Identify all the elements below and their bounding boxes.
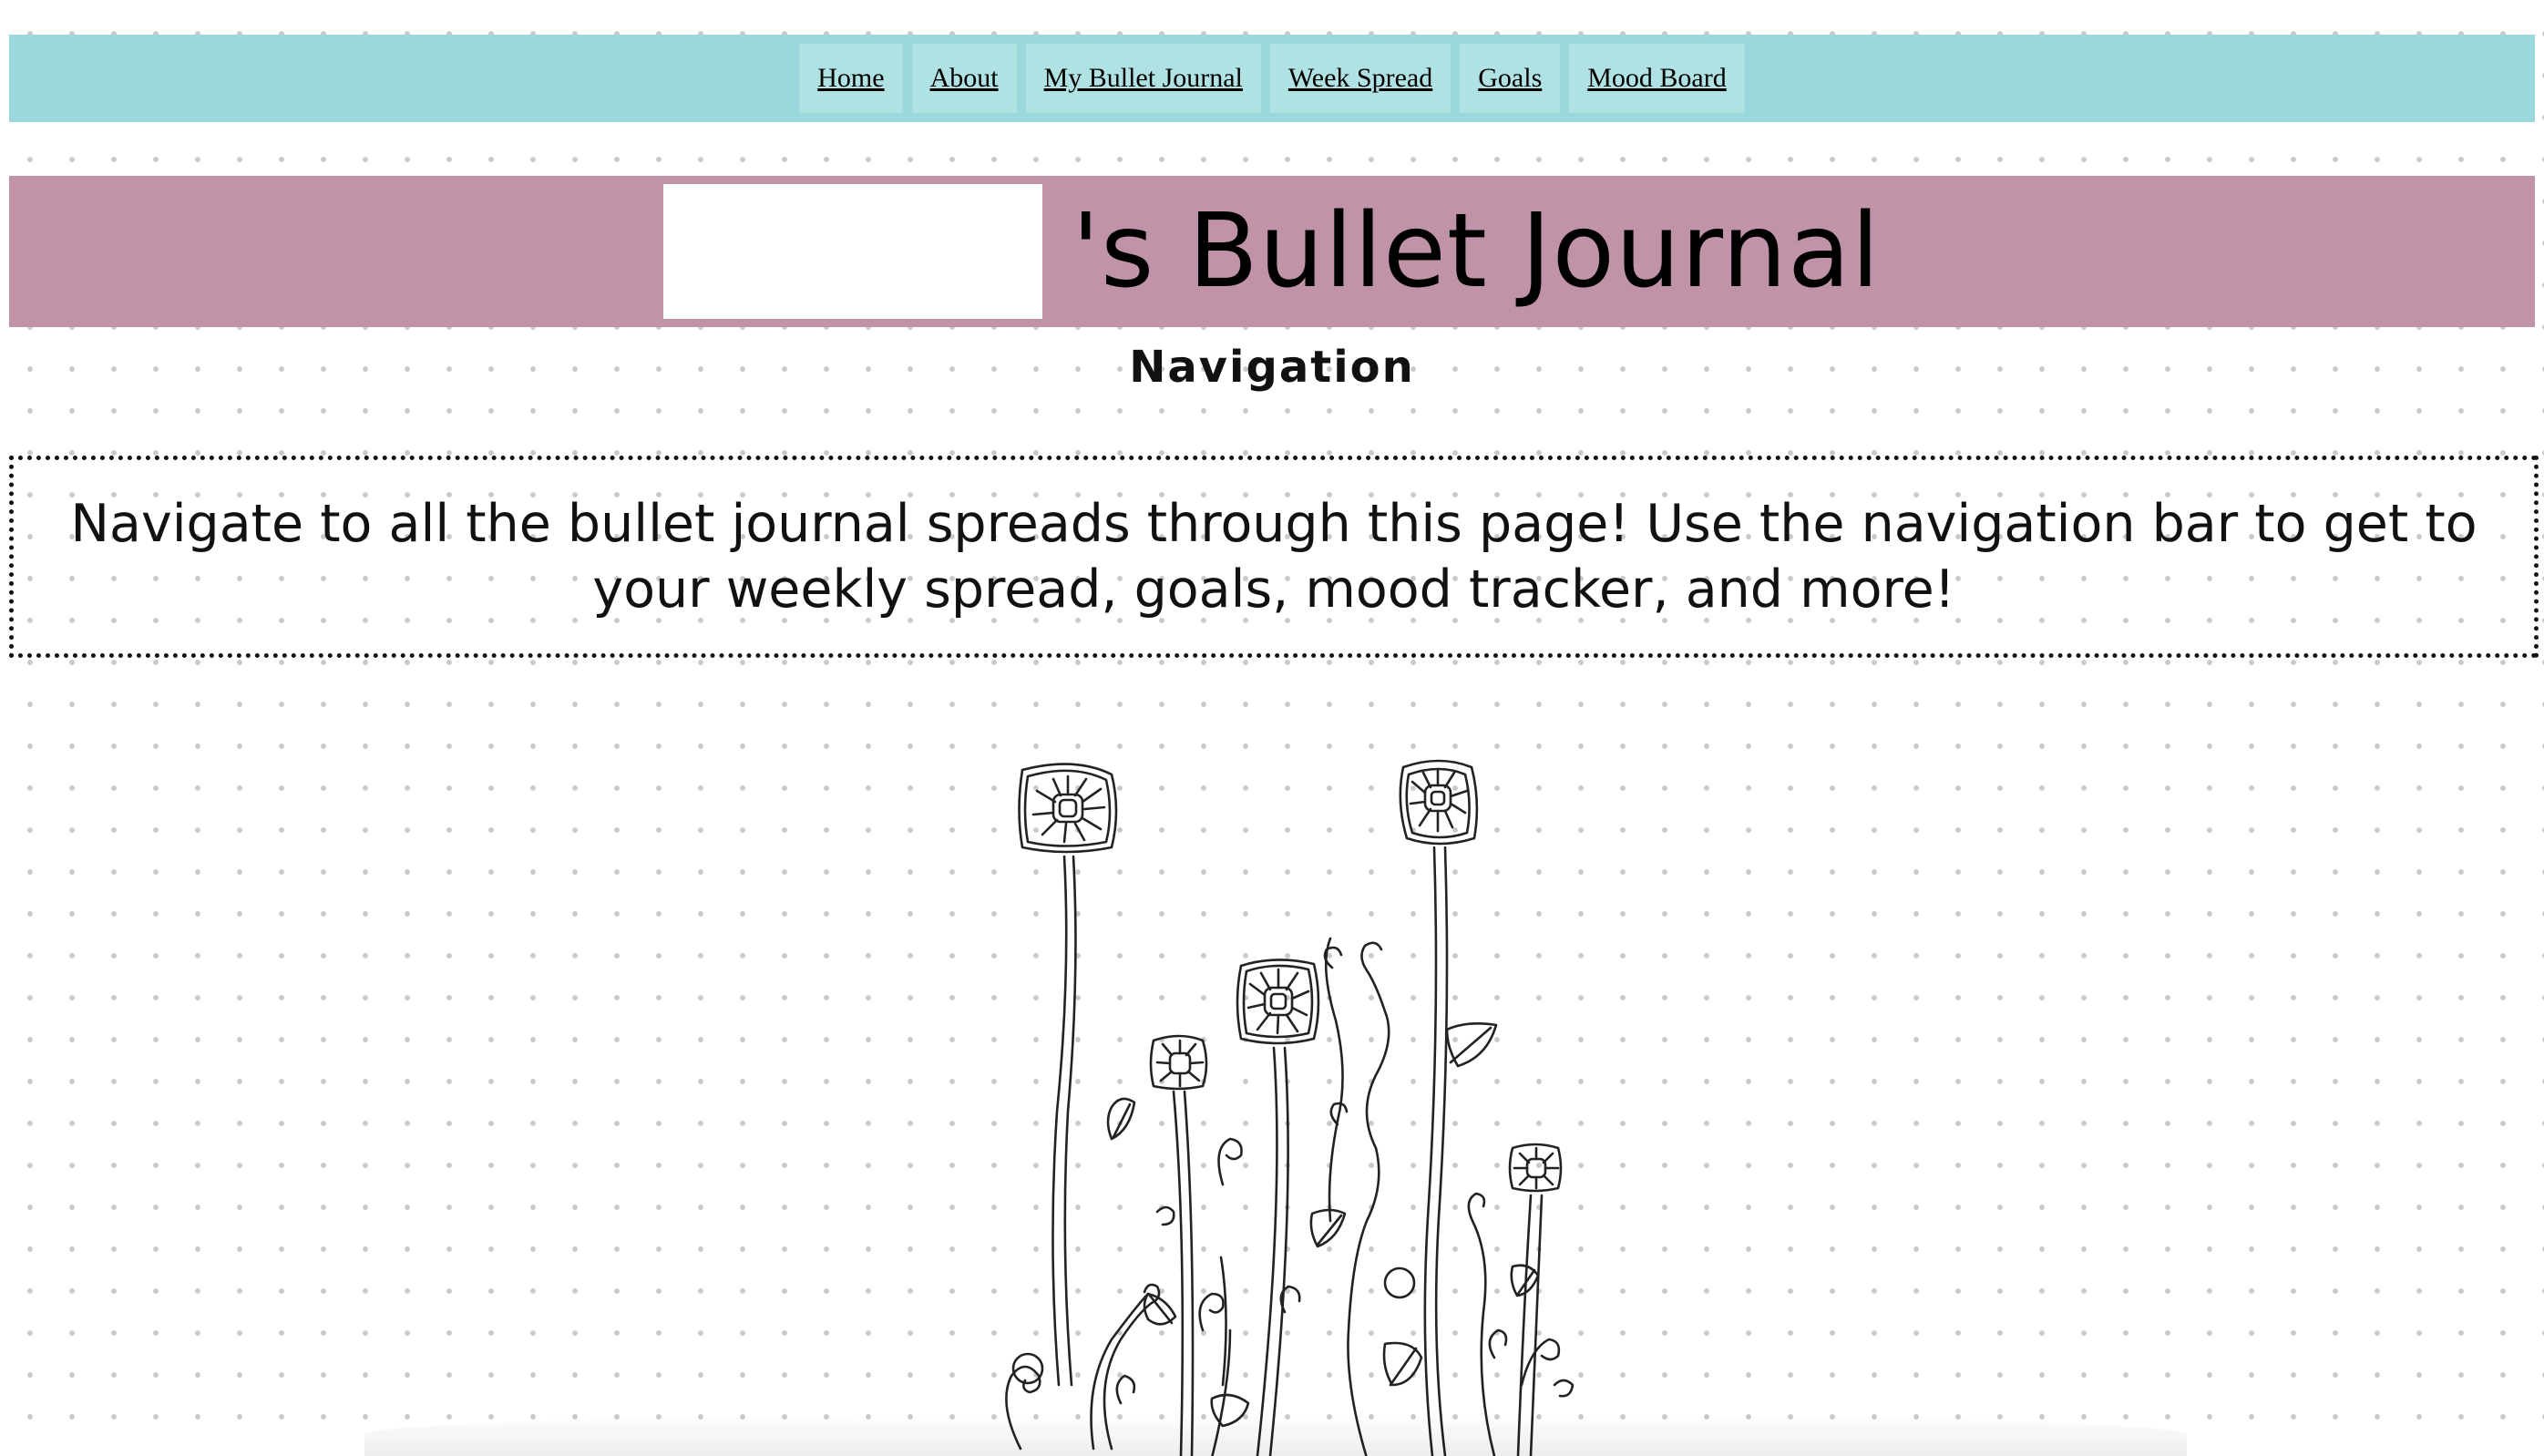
nav-link-my-bullet-journal[interactable]: My Bullet Journal bbox=[1044, 63, 1243, 94]
nav-item-about: About bbox=[911, 44, 1017, 113]
flower-center bbox=[1236, 959, 1320, 1456]
journal-title: 's Bullet Journal bbox=[1072, 192, 1881, 311]
flower-right-tall bbox=[1399, 759, 1479, 1456]
intro-dotted-box: Navigate to all the bullet journal sprea… bbox=[9, 456, 2539, 658]
intro-text: Navigate to all the bullet journal sprea… bbox=[70, 494, 2477, 620]
nav-item-week-spread: Week Spread bbox=[1269, 44, 1452, 113]
bottom-scroll-shadow bbox=[364, 1412, 2187, 1456]
top-navigation-bar: Home About My Bullet Journal Week Spread… bbox=[9, 35, 2535, 122]
nav-link-home[interactable]: Home bbox=[817, 63, 884, 94]
nav-item-my-bullet-journal: My Bullet Journal bbox=[1025, 44, 1261, 113]
nav-link-about[interactable]: About bbox=[930, 63, 999, 94]
flower-small-left bbox=[1149, 1034, 1208, 1456]
nav-link-week-spread[interactable]: Week Spread bbox=[1288, 63, 1432, 94]
nav-link-goals[interactable]: Goals bbox=[1478, 63, 1542, 94]
section-heading: Navigation bbox=[1129, 342, 1415, 393]
doodle-flowers-icon bbox=[1005, 759, 1575, 1456]
flower-left-large bbox=[1018, 763, 1118, 1387]
nav-link-list: Home About My Bullet Journal Week Spread… bbox=[799, 44, 1745, 113]
flower-small-right bbox=[1508, 1143, 1563, 1456]
nav-item-mood-board: Mood Board bbox=[1569, 44, 1745, 113]
nav-item-goals: Goals bbox=[1460, 44, 1561, 113]
nav-link-mood-board[interactable]: Mood Board bbox=[1587, 63, 1727, 94]
nav-item-home: Home bbox=[799, 44, 903, 113]
journal-owner-name-input[interactable] bbox=[663, 184, 1043, 319]
journal-title-banner: 's Bullet Journal bbox=[9, 176, 2535, 327]
doodle-spirals bbox=[1005, 937, 1575, 1456]
